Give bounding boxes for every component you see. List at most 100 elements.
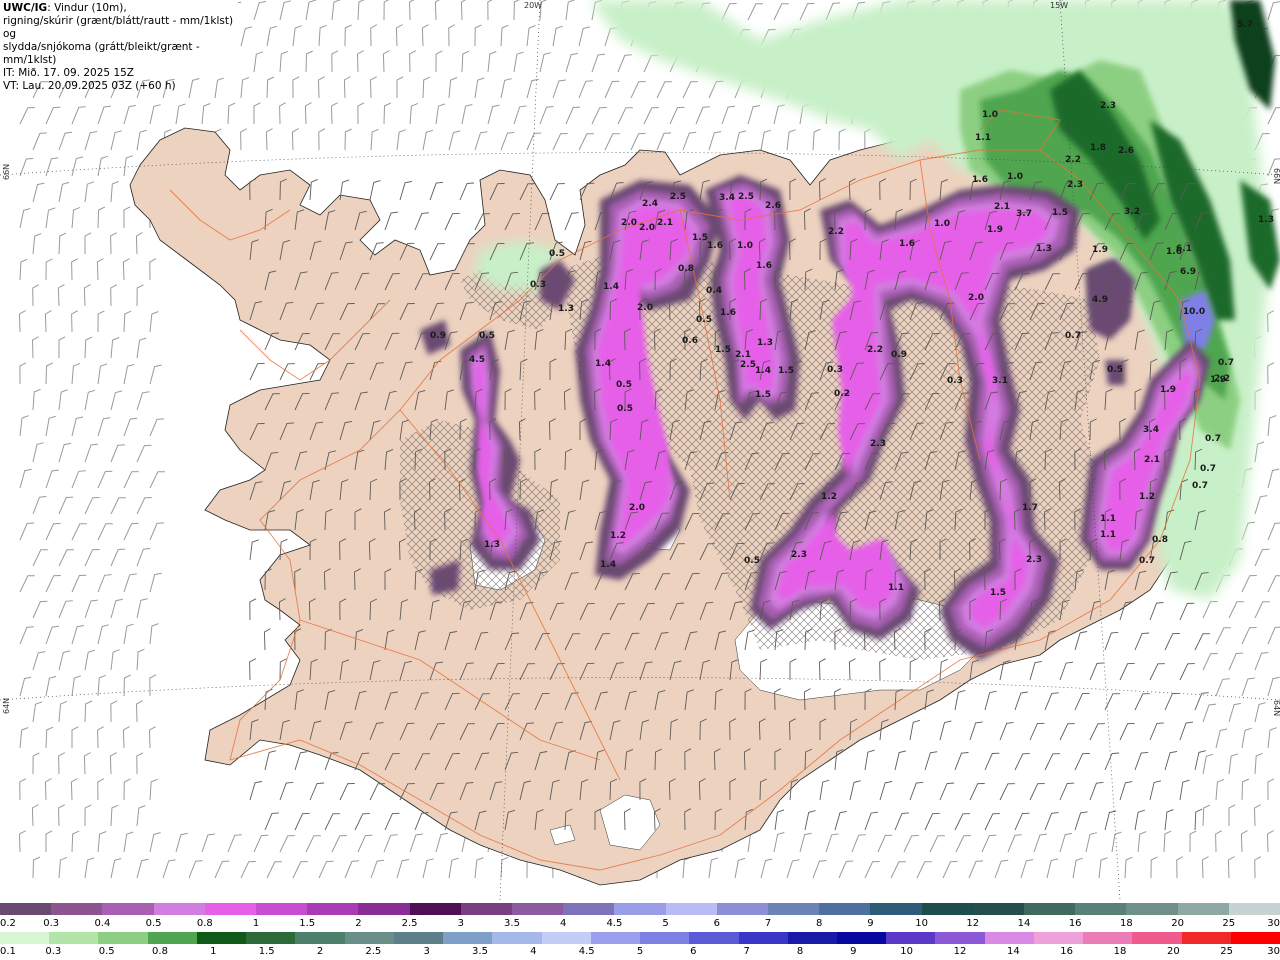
precip-value-label: 1.7	[1022, 503, 1038, 513]
lat-label-64n-right: 64N	[1272, 700, 1280, 716]
colorbar-tick-label: 25	[1220, 946, 1234, 957]
colorbar-swatch	[716, 903, 769, 915]
precip-value-label: 2.1	[994, 202, 1010, 212]
precip-value-label: 4.5	[469, 355, 485, 365]
precip-value-label: 1.5	[715, 345, 731, 355]
precip-value-label: 3.2	[1124, 207, 1140, 217]
precip-value-label: 0.8	[1152, 535, 1168, 545]
precip-value-label: 2.0	[639, 223, 655, 233]
colorbar-rain-ticks: 0.1 0.3 0.5 0.8 1 1.5 2 2.5 3 3.5 4 4.5 5 6 7 8 9 10 12 14 1…	[0, 946, 1280, 958]
colorbar-swatch	[870, 903, 922, 915]
colorbar-swatch	[246, 932, 296, 944]
colorbar-tick-label: 18	[1113, 946, 1127, 957]
colorbar-tick-label: 25	[1222, 918, 1236, 929]
precip-value-label: 2.1	[657, 218, 673, 228]
precip-value-label: 1.1	[975, 133, 991, 143]
precip-value-label: 1.5	[692, 233, 708, 243]
colorbar-swatch	[819, 903, 871, 915]
colorbar-swatch	[1181, 932, 1231, 944]
precip-value-label: 2.2	[867, 345, 883, 355]
precip-value-label: 1.6	[972, 175, 988, 185]
precip-value-label: 0.5	[549, 249, 565, 259]
colorbar-swatch	[153, 903, 205, 915]
precip-value-label: 2.5	[740, 360, 756, 370]
colorbar-tick-label: 0.8	[196, 918, 213, 929]
precip-value-label: 0.8	[678, 264, 694, 274]
colorbar-tick-label: 6	[713, 918, 720, 929]
colorbar-swatch	[358, 903, 410, 915]
precip-value-label: 2.0	[968, 293, 984, 303]
colorbar-swatch	[1177, 903, 1229, 915]
colorbar-swatch	[204, 903, 257, 915]
colorbar-tick-label: 0.2	[0, 918, 16, 929]
precip-value-label: 0.7	[1065, 331, 1081, 341]
model-source: UWC/IG	[3, 2, 48, 14]
precip-value-label: 1.0	[737, 241, 753, 251]
colorbar-swatch	[409, 903, 461, 915]
colorbar-tick-label: 7	[764, 918, 772, 929]
colorbar-tick-label: 1	[210, 946, 217, 957]
precip-value-label: 2.3	[1067, 180, 1083, 190]
precip-value-label: 2.6	[765, 201, 781, 211]
colorbar-swatch	[393, 932, 444, 944]
colorbar-snow-ticks: 0.2 0.3 0.4 0.5 0.8 1 1.5 2 2.5 3 3.5 4 4.5 5 6 7 8 9 10 12…	[0, 918, 1280, 930]
colorbar-tick-label: 18	[1120, 918, 1133, 929]
colorbar-tick-label: 8	[796, 946, 804, 957]
precip-value-label: 2.3	[1026, 555, 1042, 565]
colorbar-tick-label: 4.5	[578, 946, 595, 957]
colorbar-tick-label: 3.5	[504, 918, 520, 929]
colorbar-swatch	[836, 932, 887, 944]
colorbar-swatch	[665, 903, 717, 915]
lon-label-20w: 20W	[524, 1, 542, 10]
colorbar-tick-label: 10	[900, 946, 914, 957]
precip-value-label: 0.7	[1205, 434, 1221, 444]
colorbar-swatch	[972, 903, 1025, 915]
precip-value-label: 1.4	[595, 359, 611, 369]
precip-value-label: 0.5	[616, 380, 632, 390]
colorbar-tick-label: 14	[1017, 918, 1031, 929]
precip-value-label: 0.5	[617, 404, 633, 414]
precip-value-label: 1.3	[558, 304, 574, 314]
colorbar-swatch	[1083, 932, 1133, 944]
title-variable: : Vindur (10m),	[47, 2, 127, 14]
colorbar-swatch	[1033, 932, 1084, 944]
precip-value-label: 2.0	[637, 303, 653, 313]
precip-value-label: 2.5	[670, 192, 686, 202]
precip-value-label: 1.0	[982, 110, 998, 120]
colorbar-tick-label: 4	[560, 918, 567, 929]
colorbar-tick-label: 4.5	[606, 918, 623, 929]
colorbar-swatch	[689, 932, 739, 944]
colorbar-swatch	[1126, 903, 1178, 915]
precip-value-label: 1.6	[756, 261, 772, 271]
precip-value-label: 0.2	[834, 389, 850, 399]
precip-value-label: 2.2	[1065, 155, 1081, 165]
precip-value-label: 1.9	[1160, 385, 1176, 395]
lat-label-66n-right: 66N	[1272, 168, 1280, 184]
precip-value-label: 1.5	[778, 366, 794, 376]
precip-value-label: 0.9	[891, 350, 907, 360]
precip-value-label: 1.6	[899, 239, 915, 249]
precip-value-label: 1.5	[1052, 208, 1068, 218]
colorbar-tick-label: 0.3	[43, 918, 60, 929]
precip-value-label: 2.2	[1214, 374, 1230, 384]
colorbar-tick-label: 3	[457, 918, 464, 929]
colorbar-tick-label: 3.5	[472, 946, 488, 957]
precip-value-label: 2.6	[1118, 146, 1134, 156]
precip-value-label: 6.9	[1180, 267, 1196, 277]
precip-value-label: 1.9	[1092, 245, 1108, 255]
precip-value-label: 0.7	[1218, 358, 1234, 368]
precip-value-label: 1.5	[755, 390, 771, 400]
colorbar-swatch	[307, 903, 359, 915]
colorbar-tick-label: 30	[1267, 946, 1280, 957]
colorbar-tick-label: 0.4	[94, 918, 111, 929]
colorbar-swatch	[443, 932, 493, 944]
colorbar-tick-label: 12	[953, 946, 967, 957]
precip-value-label: 1.2	[821, 492, 837, 502]
colorbar-tick-label: 0.8	[152, 946, 168, 957]
colorbar-tick-label: 16	[1060, 946, 1074, 957]
precip-value-label: 1.3	[484, 540, 500, 550]
precip-value-label: 2.1	[735, 350, 751, 360]
precip-value-label: 0.7	[1192, 481, 1208, 491]
lat-label-66n-left: 66N	[2, 164, 11, 180]
precip-value-label: 1.4	[603, 282, 619, 292]
